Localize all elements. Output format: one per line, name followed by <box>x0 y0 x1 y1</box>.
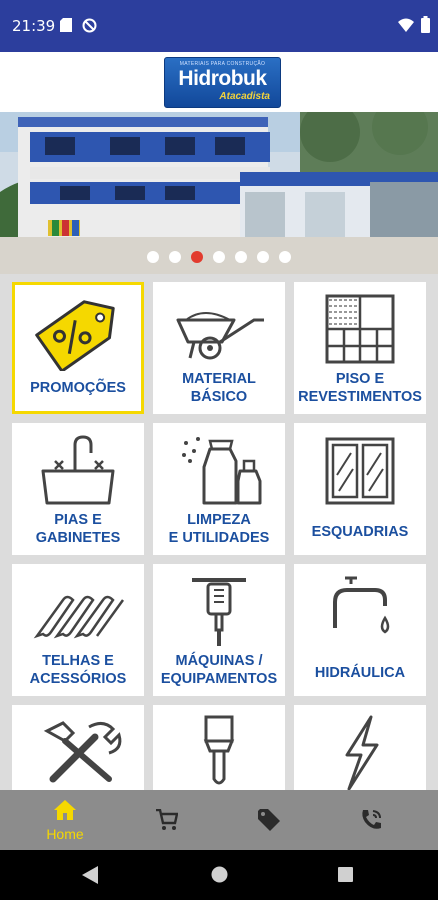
category-tile[interactable] <box>12 705 144 790</box>
tools-icon <box>12 713 144 791</box>
recents-icon[interactable] <box>338 867 353 887</box>
category-tile[interactable]: TELHAS E ACESSÓRIOS <box>12 564 144 696</box>
status-time: 21:39 <box>12 17 56 35</box>
category-tile[interactable] <box>153 705 285 790</box>
category-tile[interactable]: PISO E REVESTIMENTOS <box>294 282 426 414</box>
category-tile[interactable] <box>294 705 426 791</box>
sd-card-icon <box>60 18 72 37</box>
faucet-icon <box>294 572 426 650</box>
system-navigation-bar <box>0 850 438 900</box>
category-label: MATERIAL BÁSICO <box>153 370 285 406</box>
category-label: LIMPEZA E UTILIDADES <box>153 511 285 547</box>
banner-carousel[interactable] <box>0 112 438 274</box>
lightning-icon <box>294 713 426 791</box>
category-label-line-1: ESQUADRIAS <box>311 524 409 540</box>
hidrobuk-logo[interactable]: MATERIAIS PARA CONSTRUÇÃO Hidrobuk Ataca… <box>164 57 281 108</box>
category-tile[interactable]: MATERIAL BÁSICO <box>153 282 285 414</box>
nav-offers[interactable] <box>214 790 324 850</box>
sync-icon <box>82 18 97 38</box>
carousel-dot[interactable] <box>191 251 203 263</box>
category-label-line-1: LIMPEZA <box>187 512 251 528</box>
category-label-line-2: ACESSÓRIOS <box>29 671 127 687</box>
roof-tiles-icon <box>12 572 144 650</box>
category-tile[interactable]: ESQUADRIAS <box>294 423 426 555</box>
window-icon <box>294 431 426 509</box>
logo-brand: Hidrobuk <box>178 67 267 90</box>
category-label: PROMOÇÕES <box>15 379 141 397</box>
category-label: PIAS E GABINETES <box>12 511 144 547</box>
back-icon[interactable] <box>82 866 98 889</box>
carousel-dot[interactable] <box>257 251 269 263</box>
wifi-icon <box>398 18 414 37</box>
category-label-line-1: TELHAS E <box>42 653 114 669</box>
category-label-line-1: PIAS E <box>54 512 102 528</box>
category-label-line-2: BÁSICO <box>190 389 248 405</box>
category-tile[interactable]: LIMPEZA E UTILIDADES <box>153 423 285 555</box>
nav-contact[interactable] <box>316 790 426 850</box>
bottom-navigation: Home <box>0 790 438 850</box>
category-label: MÁQUINAS / EQUIPAMENTOS <box>153 652 285 688</box>
category-label-line-1: PROMOÇÕES <box>30 380 126 396</box>
category-label-line-2: E UTILIDADES <box>168 530 270 546</box>
carousel-dot[interactable] <box>169 251 181 263</box>
jackhammer-icon <box>153 572 285 650</box>
nav-home[interactable]: Home <box>10 790 120 850</box>
nav-home-label: Home <box>46 826 84 842</box>
carousel-dot[interactable] <box>279 251 291 263</box>
category-tile[interactable]: PROMOÇÕES <box>12 282 144 414</box>
tiles-icon <box>294 290 426 368</box>
category-label-line-1: MATERIAL <box>182 371 256 387</box>
phone-icon <box>316 809 426 831</box>
discount-tag-icon <box>15 293 141 373</box>
category-label: PISO E REVESTIMENTOS <box>294 370 426 406</box>
tag-icon <box>214 809 324 831</box>
wheelbarrow-icon <box>153 290 285 368</box>
carousel-dot[interactable] <box>147 251 159 263</box>
category-label-line-2: GABINETES <box>35 530 121 546</box>
category-label: ESQUADRIAS <box>294 523 426 541</box>
banner-image <box>0 112 438 274</box>
nav-cart[interactable] <box>112 790 222 850</box>
carousel-dot[interactable] <box>235 251 247 263</box>
carousel-dots <box>0 251 438 263</box>
app-header: MATERIAIS PARA CONSTRUÇÃO Hidrobuk Ataca… <box>0 52 438 112</box>
status-bar: 21:39 <box>0 0 438 52</box>
category-tile[interactable]: PIAS E GABINETES <box>12 423 144 555</box>
home-circle-icon[interactable] <box>211 866 228 888</box>
home-icon <box>10 800 120 822</box>
category-tile[interactable]: HIDRÁULICA <box>294 564 426 696</box>
cart-icon <box>112 808 222 831</box>
paint-brush-icon <box>153 713 285 791</box>
category-label-line-1: PISO E <box>335 371 385 387</box>
category-tile[interactable]: MÁQUINAS / EQUIPAMENTOS <box>153 564 285 696</box>
battery-icon <box>421 16 430 38</box>
category-label-line-1: MÁQUINAS / <box>175 653 263 669</box>
cleaning-spray-icon <box>153 431 285 509</box>
carousel-dot[interactable] <box>213 251 225 263</box>
category-label-line-2: EQUIPAMENTOS <box>160 671 278 687</box>
logo-subtitle: Atacadista <box>219 91 270 102</box>
category-label-line-2: REVESTIMENTOS <box>298 389 422 405</box>
category-label: HIDRÁULICA <box>294 664 426 682</box>
category-label: TELHAS E ACESSÓRIOS <box>12 652 144 688</box>
category-label-line-1: HIDRÁULICA <box>314 665 406 681</box>
sink-icon <box>12 431 144 509</box>
